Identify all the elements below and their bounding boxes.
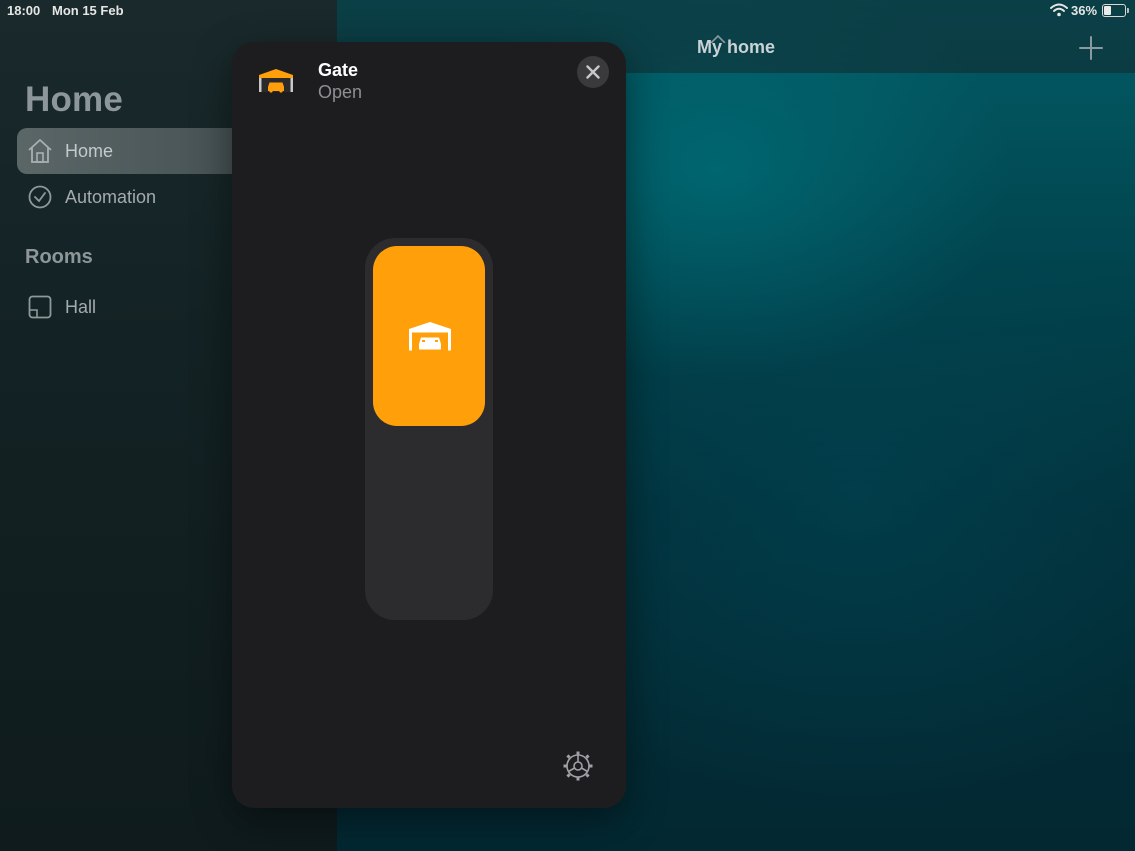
gate-control-active-fill [373,246,485,426]
room-icon [28,295,52,319]
status-time: 18:00 [7,3,41,18]
sidebar-title: Home [25,80,124,119]
clock-icon [28,185,52,209]
accessory-name: Gate [318,60,359,80]
gate-control-toggle[interactable] [365,238,493,620]
close-button[interactable] [577,56,609,88]
home-app-screen: My home Home Home Automation Rooms Hall … [0,0,1135,851]
rooms-heading: Rooms [25,246,93,268]
battery-icon [1102,4,1129,17]
sidebar-item-label: Hall [65,297,97,317]
close-icon [586,65,600,79]
sidebar-item-label: Automation [65,187,157,207]
garage-gate-icon [409,322,451,351]
status-bar: 18:00 Mon 15 Feb 36% [0,0,1135,22]
settings-button[interactable] [562,750,594,782]
plus-icon[interactable] [1077,34,1105,62]
wifi-icon [1050,3,1068,17]
sidebar-item-label: Home [65,141,114,161]
house-icon [28,139,52,163]
gear-icon [563,751,593,781]
garage-gate-icon [259,69,293,93]
battery-percent: 36% [1071,3,1098,18]
accessory-state: Open [318,82,363,102]
accessory-detail-card: Gate Open [232,42,626,808]
status-date: Mon 15 Feb [52,3,124,18]
